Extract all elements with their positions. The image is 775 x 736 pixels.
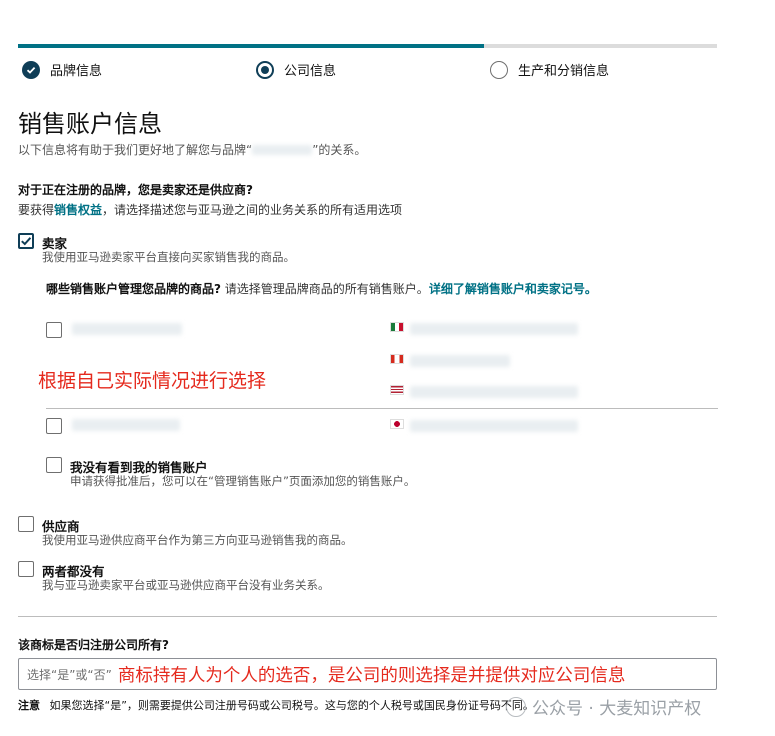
japan-flag-icon — [390, 419, 404, 429]
wechat-logo-icon — [506, 696, 526, 717]
neither-description: 我与亚马逊卖家平台或亚马逊供应商平台没有业务关系。 — [42, 578, 330, 592]
watermark-text: 公众号 · 大麦知识产权 — [532, 699, 702, 719]
trademark-ownership-select[interactable]: 选择“是”或“否” 商标持有人为个人的选否，是公司的则选择是并提供对应公司信息 — [18, 658, 717, 690]
page-title: 销售账户信息 — [18, 110, 162, 138]
selling-benefits-link[interactable]: 销售权益 — [54, 203, 102, 217]
supplier-description: 我使用亚马逊供应商平台作为第三方向亚马逊销售我的商品。 — [42, 533, 353, 547]
mexico-flag-icon — [390, 322, 404, 332]
redacted-marketplace — [410, 355, 510, 367]
trademark-ownership-question: 该商标是否归注册公司所有? — [18, 638, 169, 652]
select-placeholder: 选择“是”或“否” — [27, 667, 112, 682]
hint-suffix: ，请选择描述您与亚马逊之间的业务关系的所有适用选项 — [102, 203, 403, 217]
step-company-info[interactable]: 公司信息 — [256, 60, 336, 79]
redacted-brand-name — [252, 144, 313, 155]
supplier-checkbox[interactable] — [18, 516, 34, 532]
section-divider — [18, 616, 717, 617]
accounts-hint-text: 请选择管理品牌商品的所有销售账户。 — [224, 282, 429, 296]
subtitle-text-after: ”的关系。 — [312, 143, 367, 157]
redacted-account-name — [72, 419, 180, 431]
progress-fill — [18, 44, 484, 48]
step-label: 公司信息 — [284, 64, 337, 79]
redacted-account-name — [72, 323, 182, 335]
sales-accounts-question: 哪些销售账户管理您品牌的商品? 请选择管理品牌商品的所有销售账户。详细了解销售账… — [46, 280, 597, 297]
no-account-description: 申请获得批准后，您可以在“管理销售账户”页面添加您的销售账户。 — [70, 474, 416, 488]
redacted-marketplace — [410, 386, 578, 398]
subtitle-text-before: 以下信息将有助于我们更好地了解您与品牌“ — [18, 143, 253, 157]
seller-or-supplier-question: 对于正在注册的品牌，您是卖家还是供应商? — [18, 183, 253, 197]
account-checkbox-1[interactable] — [46, 322, 62, 338]
check-circle-icon — [22, 60, 40, 79]
accounts-divider — [46, 408, 718, 409]
footnote-text: 如果您选择“是”，则需要提供公司注册号码或公司税号。这与您的个人税号或国民身份证… — [49, 699, 534, 712]
no-account-checkbox[interactable] — [46, 457, 62, 473]
step-production-distribution[interactable]: 生产和分销信息 — [490, 60, 609, 79]
learn-more-link[interactable]: 详细了解销售账户和卖家记号。 — [429, 282, 597, 296]
account-checkbox-2[interactable] — [46, 418, 62, 434]
step-brand-info[interactable]: 品牌信息 — [22, 60, 102, 79]
step-label: 品牌信息 — [50, 64, 103, 79]
watermark: 公众号 · 大麦知识产权 — [506, 694, 701, 719]
footnote: 注意 如果您选择“是”，则需要提供公司注册号码或公司税号。这与您的个人税号或国民… — [18, 697, 534, 713]
seller-checkbox[interactable] — [18, 233, 34, 249]
seller-description: 我使用亚马逊卖家平台直接向买家销售我的商品。 — [42, 250, 295, 264]
annotation-ownership: 商标持有人为个人的选否，是公司的则选择是并提供对应公司信息 — [117, 665, 626, 686]
annotation-select-accounts: 根据自己实际情况进行选择 — [38, 370, 267, 392]
canada-flag-icon — [390, 354, 404, 364]
checkmark-icon — [21, 237, 32, 246]
accounts-question-text: 哪些销售账户管理您品牌的商品? — [46, 282, 221, 296]
radio-selected-icon — [256, 60, 274, 79]
step-label: 生产和分销信息 — [518, 64, 610, 79]
redacted-marketplace — [410, 323, 578, 335]
usa-flag-icon — [390, 385, 404, 395]
question-hint: 要获得销售权益，请选择描述您与亚马逊之间的业务关系的所有适用选项 — [18, 201, 402, 218]
hint-prefix: 要获得 — [18, 203, 55, 217]
footnote-label: 注意 — [18, 699, 40, 712]
redacted-marketplace — [410, 420, 578, 432]
radio-empty-icon — [490, 60, 508, 79]
neither-checkbox[interactable] — [18, 561, 34, 577]
section-subtitle: 以下信息将有助于我们更好地了解您与品牌“ ”的关系。 — [18, 141, 366, 158]
